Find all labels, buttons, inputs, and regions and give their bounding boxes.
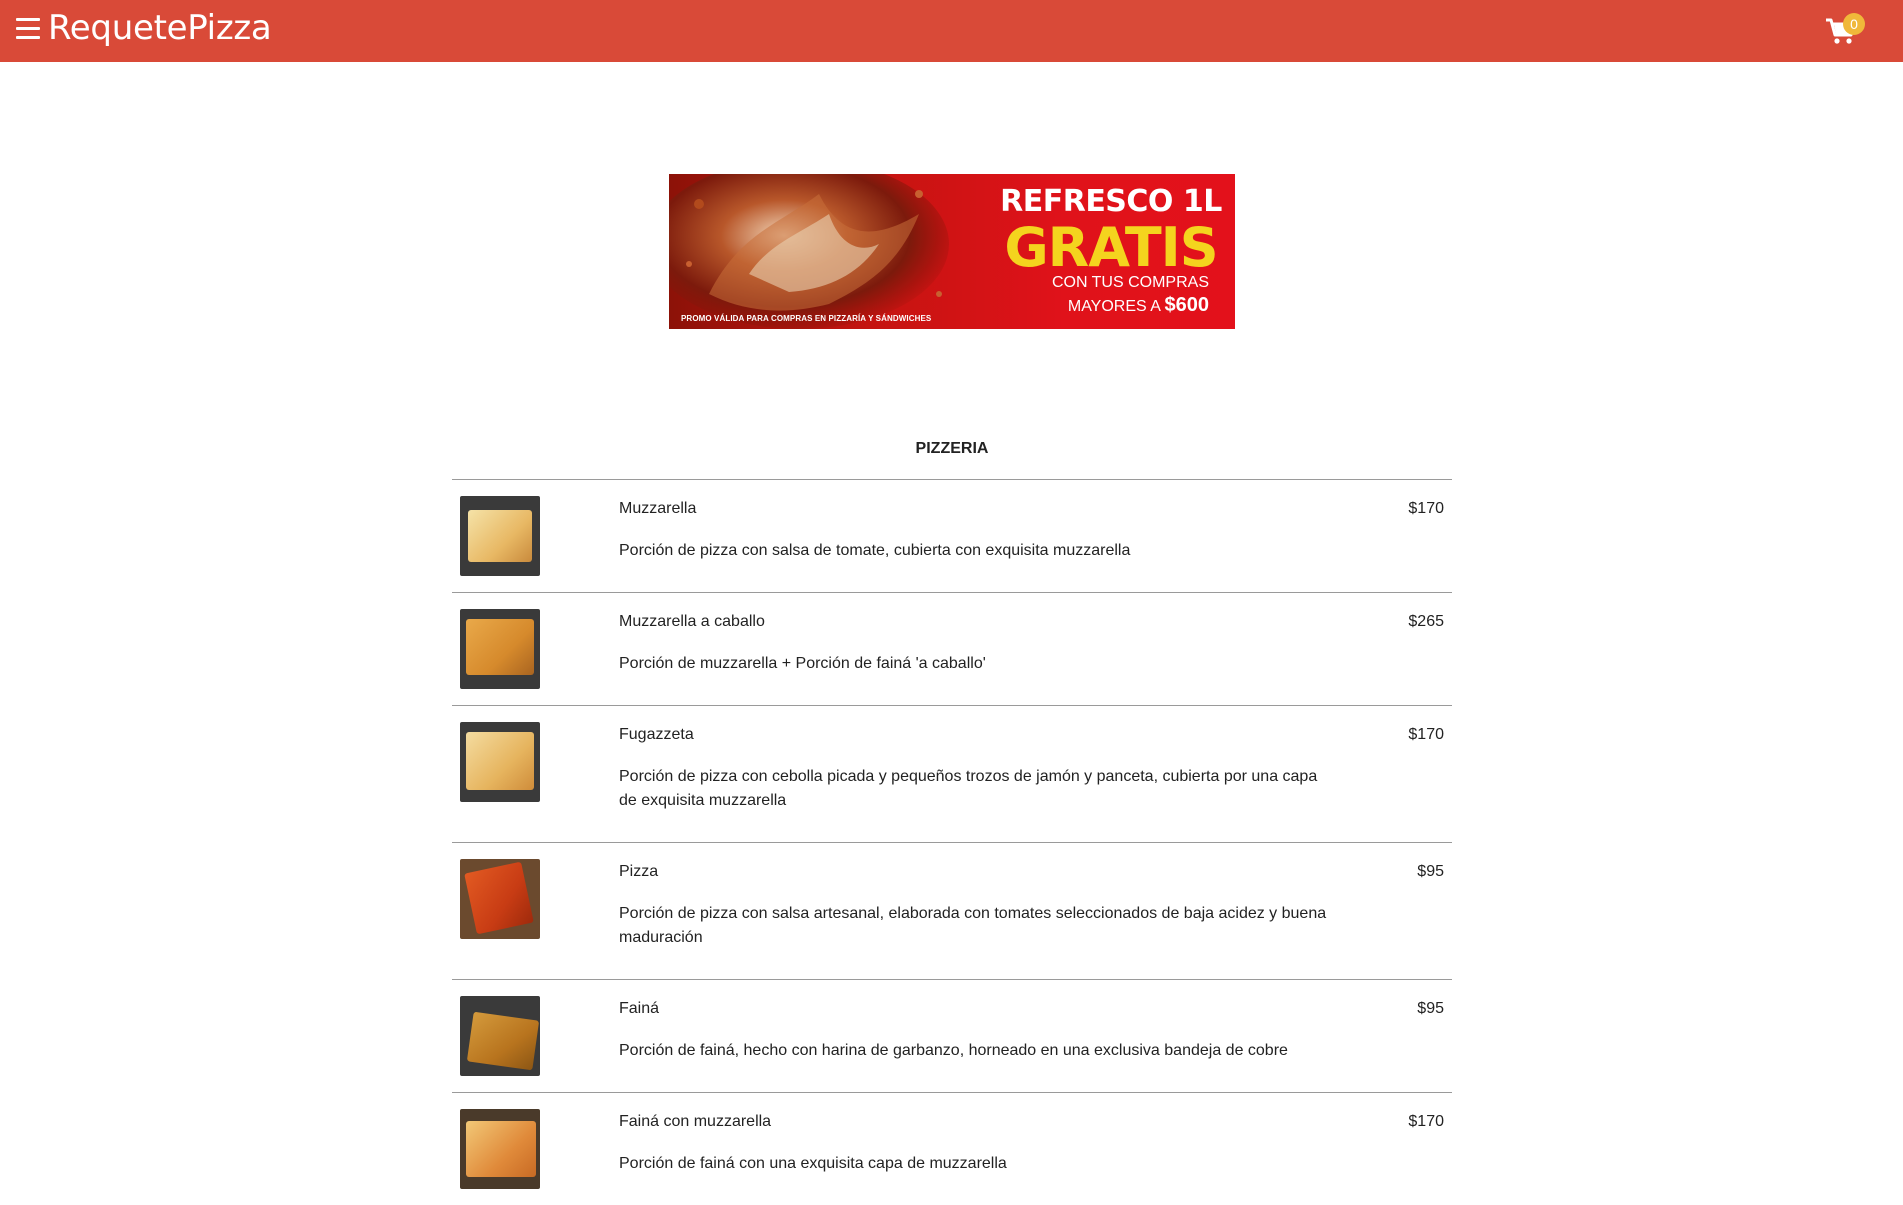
item-price: $95 xyxy=(1417,863,1444,880)
item-name: Muzzarella a caballo xyxy=(619,613,765,630)
promo-footnote: PROMO VÁLIDA PARA COMPRAS EN PIZZARÍA Y … xyxy=(681,314,932,323)
menu-item[interactable]: Fainá Porción de fainá, hecho con harina… xyxy=(452,979,1452,1092)
promo-condition-amount: MAYORES A $600 xyxy=(1009,294,1209,317)
item-price: $170 xyxy=(1408,726,1444,743)
brand-logo-text[interactable]: RequetePizza xyxy=(48,8,272,48)
item-thumbnail xyxy=(460,496,540,576)
menu-list: Muzzarella Porción de pizza con salsa de… xyxy=(452,479,1452,1205)
promo-condition: CON TUS COMPRAS xyxy=(1051,274,1209,291)
promo-headline: REFRESCO 1L xyxy=(1000,184,1222,219)
item-description: Porción de fainá, hecho con harina de ga… xyxy=(619,1042,1288,1059)
item-price: $170 xyxy=(1408,500,1444,517)
menu-item[interactable]: Muzzarella Porción de pizza con salsa de… xyxy=(452,479,1452,592)
item-description: Porción de pizza con cebolla picada y pe… xyxy=(619,768,1318,809)
item-price: $170 xyxy=(1408,1113,1444,1130)
menu-item[interactable]: Muzzarella a caballo Porción de muzzarel… xyxy=(452,592,1452,705)
item-price: $95 xyxy=(1417,1000,1444,1017)
menu-item[interactable]: Fainá con muzzarella Porción de fainá co… xyxy=(452,1092,1452,1205)
cart-count-badge: 0 xyxy=(1843,13,1865,35)
item-price: $265 xyxy=(1408,613,1444,630)
item-thumbnail xyxy=(460,722,540,802)
soda-splash-image xyxy=(669,174,949,329)
section-title: PIZZERIA xyxy=(915,440,989,457)
promo-banner[interactable]: REFRESCO 1L GRATIS CON TUS COMPRAS MAYOR… xyxy=(669,174,1235,329)
item-thumbnail xyxy=(460,1109,540,1189)
item-thumbnail xyxy=(460,996,540,1076)
item-name: Pizza xyxy=(619,863,659,880)
item-description: Porción de pizza con salsa de tomate, cu… xyxy=(619,542,1131,559)
item-thumbnail xyxy=(460,609,540,689)
promo-highlight: GRATIS xyxy=(1004,216,1218,279)
menu-item[interactable]: Fugazzeta Porción de pizza con cebolla p… xyxy=(452,705,1452,842)
item-description: Porción de muzzarella + Porción de fainá… xyxy=(619,655,986,672)
promo-amount: $600 xyxy=(1164,294,1210,316)
promo-condition-prefix: MAYORES A xyxy=(1067,298,1161,315)
item-name: Fainá xyxy=(619,1000,660,1017)
menu-item[interactable]: Pizza Porción de pizza con salsa artesan… xyxy=(452,842,1452,979)
item-description: Porción de fainá con una exquisita capa … xyxy=(619,1155,1007,1172)
hamburger-menu-icon[interactable] xyxy=(16,18,40,40)
item-description: Porción de pizza con salsa artesanal, el… xyxy=(619,905,1327,946)
top-app-bar: RequetePizza 0 xyxy=(0,0,1903,62)
item-name: Fugazzeta xyxy=(619,726,694,743)
item-name: Fainá con muzzarella xyxy=(619,1113,772,1130)
item-thumbnail xyxy=(460,859,540,939)
item-name: Muzzarella xyxy=(619,500,697,517)
